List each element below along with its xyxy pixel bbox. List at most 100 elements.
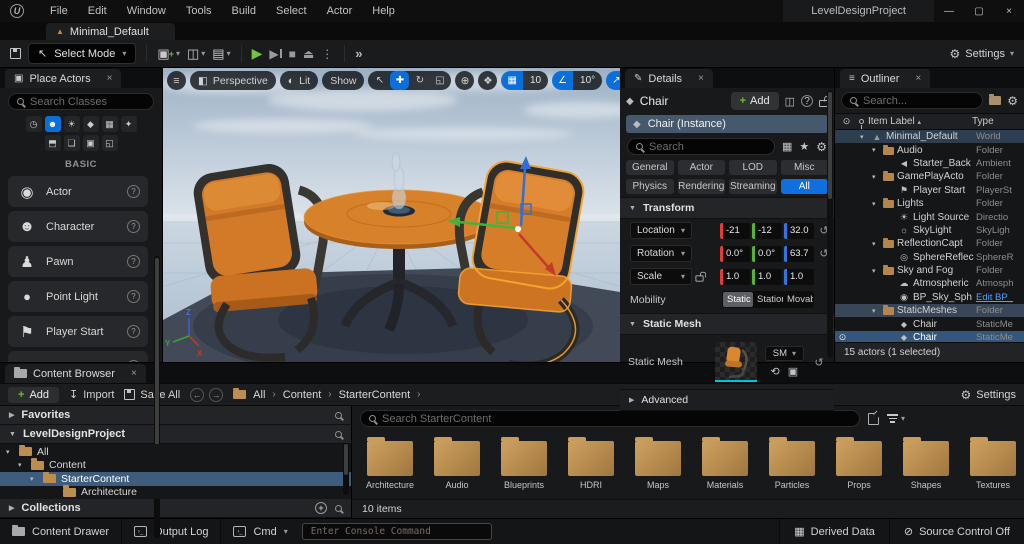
category-icon[interactable]: ⬒ [45,135,61,151]
content-drawer-button[interactable]: Content Drawer [0,519,122,544]
outliner-row[interactable]: ⊙ BP_Sky_Sph Edit BP_ [835,291,1024,304]
filter-chip[interactable]: Actor [678,160,726,175]
filter-chip[interactable]: Rendering [678,179,726,194]
outliner-row[interactable]: ⊙ Atmospheric Atmosph [835,277,1024,290]
outliner-row[interactable]: ⊙ Starter_Back Ambient [835,157,1024,170]
help-icon[interactable]: ? [127,360,140,362]
visibility-column-icon[interactable]: ⊙ [839,116,854,127]
folder-tree-row[interactable]: ▾ All [0,445,351,459]
breadcrumb-item[interactable]: Content› [283,389,332,401]
expander-icon[interactable]: ▾ [872,240,880,248]
asset-folder-tile[interactable]: HDRI [559,434,623,499]
help-icon[interactable]: ? [801,95,813,107]
project-header[interactable]: ▼ LevelDesignProject [0,425,351,444]
eject-button[interactable]: ⏏ [303,47,314,61]
help-icon[interactable]: ? [127,325,140,338]
console-command-input[interactable] [311,526,483,537]
close-icon[interactable]: × [131,368,137,379]
filter-chip[interactable]: General [626,160,674,175]
outliner-row[interactable]: ⊙ Chair StaticMe [835,331,1024,342]
type-column[interactable]: Type [972,116,1020,127]
asset-search-input[interactable] [382,413,851,425]
unreal-logo-icon[interactable]: U [10,4,24,18]
eye-icon[interactable]: ⊙ [835,332,850,342]
static-mesh-thumbnail[interactable] [715,342,757,382]
place-actor-item[interactable]: Character ? [8,211,148,242]
import-button[interactable]: ↧Import [69,388,114,401]
x-value-field[interactable]: 1.0 [720,269,750,285]
rotation-snap-control[interactable]: ∠ 10° [552,71,602,90]
z-value-field[interactable]: 32.0 [784,223,814,239]
move-tool-icon[interactable]: ✚ [390,71,409,90]
mobility-option[interactable]: Stationary [753,292,783,307]
advanced-section-header[interactable]: ▶ Advanced [620,389,834,411]
browse-to-asset-icon[interactable]: ▣ [788,365,798,378]
save-icon[interactable] [10,48,21,59]
outliner-row[interactable]: ⊙ Chair StaticMe [835,317,1024,330]
gear-icon[interactable]: ⚙ [1007,94,1018,108]
y-value-field[interactable]: 0.0° [752,246,782,262]
expander-icon[interactable]: ▾ [872,307,880,315]
reset-icon[interactable]: ↺ [812,356,826,369]
asset-folder-tile[interactable]: Maps [626,434,690,499]
asset-search-field[interactable] [360,410,860,427]
menu-item[interactable]: Help [362,1,405,21]
angle-snap-value[interactable]: 10° [573,71,602,90]
back-icon[interactable]: ← [190,388,204,402]
add-asset-button[interactable]: +Add [8,387,59,403]
console-command-field[interactable] [302,523,492,540]
filter-chip[interactable]: All [781,179,829,194]
transform-axis-dropdown[interactable]: Location▾ [630,222,692,239]
asset-folder-tile[interactable]: Architecture [358,434,422,499]
search-classes-field[interactable] [8,93,154,110]
category-icon[interactable]: ◷ [26,116,42,132]
outliner-tab[interactable]: ≡ Outliner × [840,69,930,88]
outliner-row[interactable]: ⊙ ▾ Sky and Fog Folder [835,264,1024,277]
outliner-row[interactable]: ⊙ ▾ Minimal_Default World [835,130,1024,143]
filter-chip[interactable]: LOD [729,160,777,175]
filter-chip[interactable]: Streaming [729,179,777,194]
category-icon[interactable]: ✦ [121,116,137,132]
toolbar-settings[interactable]: ⚙ Settings ▾ [949,47,1014,61]
category-icon[interactable]: ◆ [83,116,99,132]
expander-icon[interactable]: ▾ [872,173,880,181]
folder-tree-row[interactable]: ▾ Content [0,459,351,473]
rotate-tool-icon[interactable]: ↻ [410,71,429,90]
menu-item[interactable]: Tools [176,1,222,21]
menu-item[interactable]: Build [222,1,266,21]
favorites-star-icon[interactable]: ★ [799,140,809,153]
scale-lock-icon[interactable] [695,275,703,281]
close-button[interactable]: × [994,0,1024,22]
forward-icon[interactable]: → [209,388,223,402]
gear-icon[interactable]: ⚙ [816,140,827,154]
asset-folder-tile[interactable]: Shapes [894,434,958,499]
play-button[interactable]: ▶ [252,45,263,62]
surface-snap-icon[interactable]: ❖ [478,71,497,90]
search-classes-input[interactable] [30,96,145,108]
place-actors-tab[interactable]: ▣ Place Actors × [5,69,121,88]
place-actor-item[interactable]: ? [8,351,148,362]
category-icon[interactable]: ❏ [64,135,80,151]
scale-tool-icon[interactable]: ◱ [430,71,449,90]
filter-chip[interactable]: Physics [626,179,674,194]
y-value-field[interactable]: 1.0 [752,269,782,285]
breadcrumb-item[interactable]: All› [253,389,276,401]
perspective-dropdown[interactable]: ◧Perspective [190,71,276,90]
transform-section-header[interactable]: ▼ Transform [620,197,834,219]
world-local-toggle-icon[interactable]: ⊕ [455,71,474,90]
content-browser-tab[interactable]: Content Browser × [5,364,146,383]
y-value-field[interactable]: -12 [752,223,782,239]
asset-folder-tile[interactable]: Props [827,434,891,499]
category-icon[interactable]: ☻ [45,116,61,132]
close-icon[interactable]: × [915,73,921,84]
transform-axis-dropdown[interactable]: Scale▾ [630,268,692,285]
search-icon[interactable] [335,505,342,512]
outliner-row[interactable]: ⊙ ▾ GamePlayActo Folder [835,170,1024,183]
place-actor-item[interactable]: Point Light ? [8,281,148,312]
add-actor-button[interactable]: ▣+▾ [157,46,180,62]
outliner-row[interactable]: ⊙ SphereReflec SphereR [835,251,1024,264]
details-search-field[interactable] [627,138,775,155]
maximize-button[interactable]: ▢ [964,0,994,22]
place-actor-item[interactable]: Pawn ? [8,246,148,277]
lit-dropdown[interactable]: ◐Lit [280,71,318,90]
